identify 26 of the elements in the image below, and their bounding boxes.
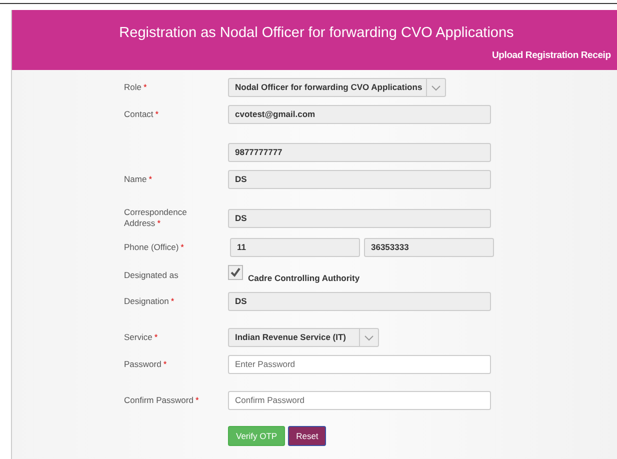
reset-button[interactable]: Reset [288,426,326,446]
checkbox-label: Cadre Controlling Authority [248,273,360,283]
field-label: Designation * [124,296,176,306]
dropdown[interactable]: Indian Revenue Service (IT) [228,328,379,346]
dropdown[interactable]: Nodal Officer for forwarding CVO Applications [228,78,446,96]
field-label: Designated as [124,270,180,280]
field-label: Name * [124,174,153,184]
checkbox[interactable] [228,264,243,280]
field-label: Role * [124,82,148,92]
password-field[interactable]: Enter Password [228,354,491,374]
field-label: Correspondence Address * [124,207,188,229]
field-label: Phone (Office) * [124,242,185,252]
field-label: Confirm Password * [124,394,200,406]
input-field[interactable]: DS [228,292,491,310]
field-label: Service * [124,332,159,342]
password-field[interactable]: Confirm Password [228,390,491,410]
input-field[interactable]: 11 [230,238,360,256]
input-field[interactable]: 9877777777 [228,142,491,162]
input-field[interactable]: cvotest@gmail.com [228,104,491,124]
input-field[interactable]: DS [228,170,491,188]
input-field[interactable]: DS [228,208,491,228]
input-field[interactable]: 36353333 [364,238,494,256]
page-title: Registration as Nodal Officer for forwarding CVO Applications [118,25,515,41]
field-label: Contact * [124,108,160,120]
field-label: Password * [124,358,168,370]
upload-link[interactable]: Upload Registration Receip [492,50,611,61]
